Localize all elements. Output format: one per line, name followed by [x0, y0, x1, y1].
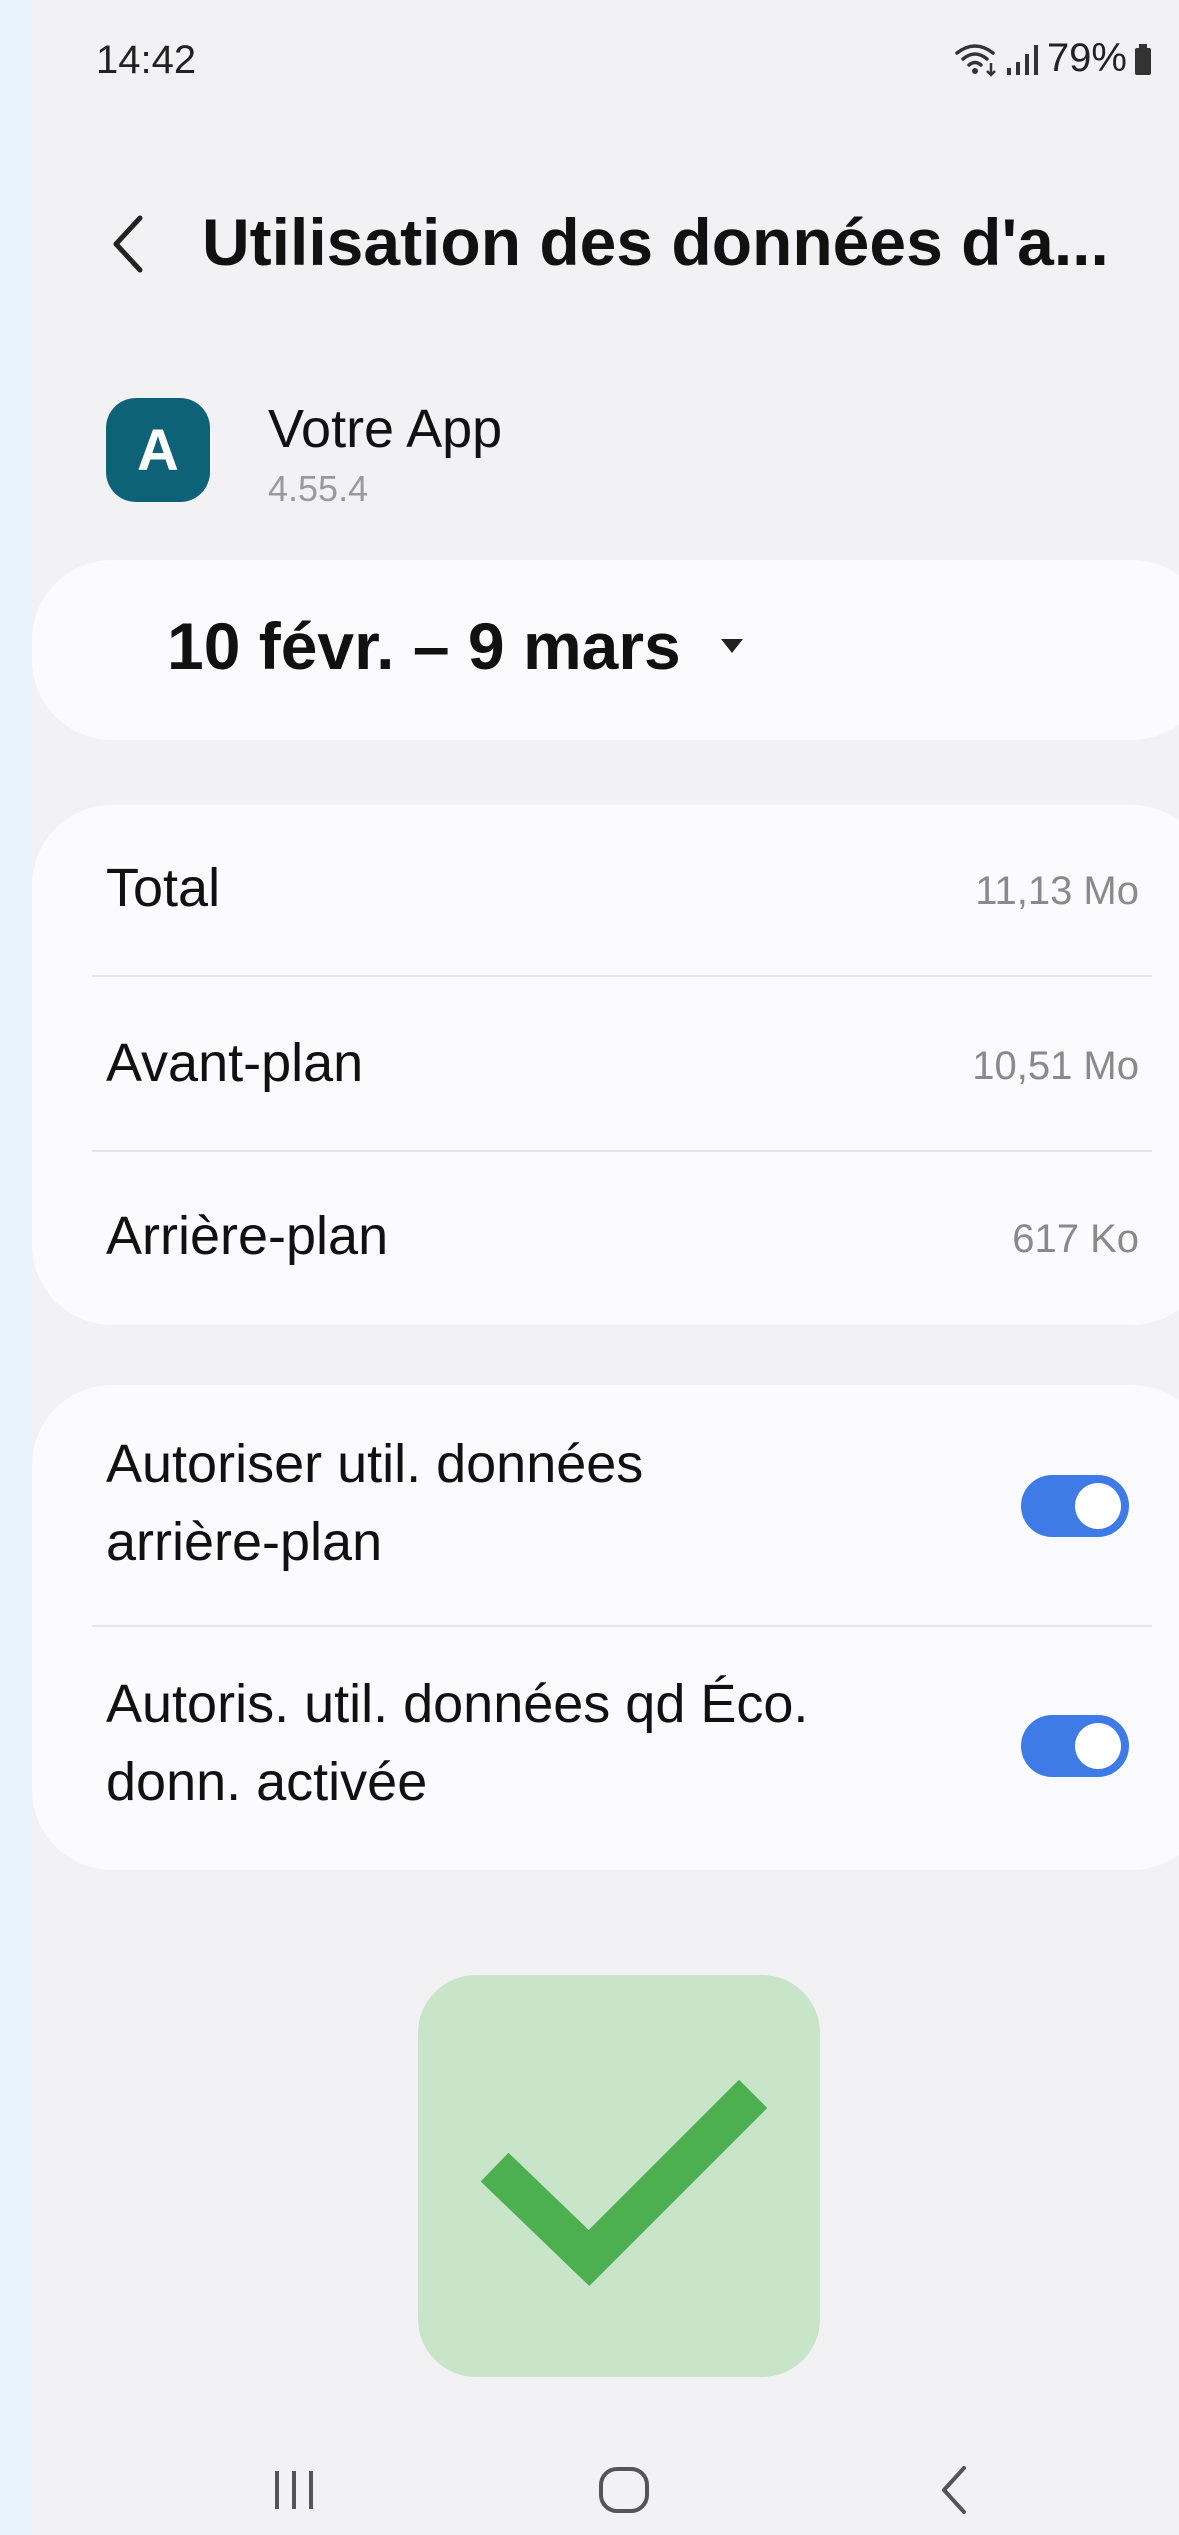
- caret-down-icon: [720, 639, 743, 653]
- toggle-label-line: arrière-plan: [106, 1512, 383, 1572]
- page-title: Utilisation des données d'a...: [202, 205, 1109, 279]
- back-icon: [942, 2466, 966, 2514]
- battery-percent: 79%: [1046, 36, 1127, 80]
- battery-icon: [1135, 43, 1151, 75]
- checkmark-icon: [480, 2079, 768, 2287]
- app-info: A Votre App 4.55.4: [32, 380, 1179, 520]
- home-icon: [599, 2467, 649, 2513]
- app-icon: A: [106, 398, 210, 502]
- toggle-row-data-saver[interactable]: Autoris. util. données qd Éco. donn. act…: [32, 1627, 1179, 1870]
- wifi-icon: [955, 43, 996, 77]
- usage-card: Total 11,13 Mo Avant-plan 10,51 Mo Arriè…: [32, 805, 1179, 1325]
- app-name: Votre App: [268, 399, 503, 459]
- usage-row-total: Total 11,13 Mo: [32, 805, 1179, 980]
- usage-label: Total: [106, 858, 221, 918]
- usage-value: 11,13 Mo: [975, 869, 1139, 913]
- usage-row-background: Arrière-plan 617 Ko: [32, 1155, 1179, 1325]
- app-version: 4.55.4: [268, 468, 369, 509]
- home-button[interactable]: [584, 2450, 664, 2530]
- back-button[interactable]: [92, 208, 164, 280]
- usage-value: 10,51 Mo: [972, 1044, 1139, 1088]
- data-saver-switch[interactable]: [1021, 1715, 1129, 1777]
- toggle-label-line: donn. activée: [106, 1752, 428, 1812]
- phone-screen: 14:42 79% Utilisation des données d'a...…: [32, 0, 1179, 2535]
- toggle-label-line: Autoriser util. données: [106, 1434, 644, 1494]
- usage-label: Arrière-plan: [106, 1206, 389, 1266]
- divider: [92, 975, 1152, 977]
- toggle-label-line: Autoris. util. données qd Éco.: [106, 1674, 809, 1734]
- status-time: 14:42: [96, 38, 197, 82]
- toggle-row-background-data[interactable]: Autoriser util. données arrière-plan: [32, 1385, 1179, 1625]
- navigation-bar: [32, 2420, 1179, 2535]
- status-indicators: 79%: [953, 36, 1153, 81]
- switch-knob: [1075, 1723, 1121, 1769]
- usage-row-foreground: Avant-plan 10,51 Mo: [32, 980, 1179, 1155]
- toggle-label: Autoris. util. données qd Éco. donn. act…: [106, 1665, 966, 1821]
- signal-icon: [1006, 44, 1038, 75]
- period-label: 10 févr. – 9 mars: [167, 609, 681, 683]
- usage-label: Avant-plan: [106, 1033, 364, 1093]
- chevron-left-icon: [113, 215, 143, 273]
- toggles-card: Autoriser util. données arrière-plan Aut…: [32, 1385, 1179, 1870]
- recent-apps-button[interactable]: [254, 2450, 334, 2530]
- recent-apps-icon: [275, 2471, 313, 2509]
- nav-back-button[interactable]: [914, 2450, 994, 2530]
- usage-value: 617 Ko: [1012, 1217, 1139, 1261]
- switch-knob: [1075, 1483, 1121, 1529]
- divider: [92, 1150, 1152, 1152]
- toggle-label: Autoriser util. données arrière-plan: [106, 1425, 966, 1581]
- period-card: 10 févr. – 9 mars: [32, 560, 1179, 740]
- success-badge: [418, 1975, 820, 2377]
- background-data-switch[interactable]: [1021, 1475, 1129, 1537]
- page-header: Utilisation des données d'a...: [32, 190, 1179, 300]
- period-dropdown[interactable]: 10 févr. – 9 mars: [167, 608, 743, 684]
- status-bar: 14:42 79%: [32, 0, 1179, 130]
